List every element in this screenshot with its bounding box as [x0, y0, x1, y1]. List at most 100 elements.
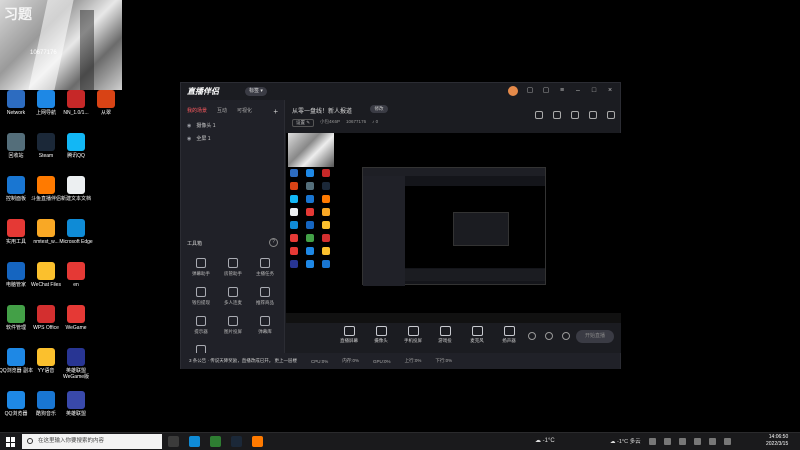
tool-prompter[interactable]: 提示器 [185, 316, 217, 335]
tab-scenes[interactable]: 我的场景 [187, 107, 207, 116]
desktop-icon-label: en [73, 282, 79, 288]
avatar[interactable] [508, 86, 518, 96]
desktop-icon-label: 新建文本文档 [60, 196, 91, 202]
speaker-button[interactable]: 扬声器 [498, 326, 520, 344]
tool-wallet[interactable]: 钱包提现 [185, 287, 217, 306]
tray-icon[interactable] [678, 437, 686, 445]
tab-interact[interactable]: 互动 [217, 107, 227, 116]
tool-image-cast[interactable]: 图片投屏 [217, 316, 249, 335]
gift-icon[interactable] [535, 111, 543, 119]
tool-danmu-lib[interactable]: 弹幕库 [249, 316, 281, 335]
task-view-icon[interactable] [168, 436, 179, 447]
desktop-icon[interactable]: 英雄联盟 [56, 391, 96, 417]
version-badge[interactable]: 标签 ▾ [245, 87, 267, 96]
title-bar: 直播伴侣 标签 ▾ ▢ ▢ ≡ – □ × [181, 83, 620, 100]
gear-icon[interactable] [562, 332, 570, 340]
app-icon [97, 90, 115, 108]
clock[interactable]: 14:06:50 2022/3/15 [766, 434, 788, 448]
maximize-icon[interactable]: □ [590, 87, 598, 95]
edit-title-button[interactable]: 修改 [370, 105, 388, 113]
weather-widget[interactable]: ☁ -1°C [535, 437, 555, 444]
desktop-icon[interactable]: 从翠 [86, 90, 126, 116]
tool-multi-mic[interactable]: 多人连麦 [217, 287, 249, 306]
preview-icon [306, 234, 314, 242]
settings-tag[interactable]: 设置 ✎ [292, 119, 315, 127]
app-icon [37, 305, 55, 323]
preview-icon [290, 221, 298, 229]
desktop-icon[interactable]: 新建文本文档 [56, 176, 96, 202]
tool-task[interactable]: 主播任务 [249, 258, 281, 277]
app-icon [37, 348, 55, 366]
volume-icon[interactable] [708, 437, 716, 445]
close-icon[interactable]: × [606, 87, 614, 95]
help-icon[interactable]: ? [269, 238, 278, 247]
network-icon[interactable] [693, 437, 701, 445]
minimize-icon[interactable]: – [574, 87, 582, 95]
start-button[interactable] [6, 437, 16, 447]
taskbar: 在这里输入你要搜索的内容 ☁ -1°C ☁ -1°C 多云 14:06:50 2… [0, 432, 800, 450]
screen-source-button[interactable]: 直播屏幕 [338, 326, 360, 344]
tray-icon[interactable] [663, 437, 671, 445]
search-icon [27, 438, 33, 444]
preview-icon [290, 169, 298, 177]
preview-icon [290, 182, 298, 190]
app-icon [67, 305, 85, 323]
record-icon[interactable] [571, 111, 579, 119]
scene-panel: 我的场景 互动 可视化 + ◉ 摄像头 1 ◉ 全屏 1 工具箱 ? 弹幕助手 … [181, 100, 285, 363]
steam-icon[interactable] [231, 436, 242, 447]
desktop-icon[interactable]: 腾讯QQ [56, 133, 96, 159]
record-toggle-icon[interactable] [528, 332, 536, 340]
room-id: 10677176 [346, 119, 367, 124]
scene-label: 全屏 1 [196, 136, 211, 142]
chrome-icon[interactable] [210, 436, 221, 447]
link-icon[interactable] [607, 111, 615, 119]
app-icon [7, 348, 25, 366]
tray-icon[interactable] [648, 437, 656, 445]
desktop-icon[interactable]: Microsoft Edge [56, 219, 96, 245]
gpu-usage: GPU:0% [373, 358, 391, 364]
weather-text[interactable]: ☁ -1°C 多云 [610, 437, 641, 445]
app-icon [67, 348, 85, 366]
share-icon[interactable] [553, 111, 561, 119]
live-preview[interactable] [286, 133, 621, 323]
eye-icon[interactable]: ◉ [187, 123, 191, 129]
tab-visual[interactable]: 可视化 [237, 107, 252, 116]
search-input[interactable]: 在这里输入你要搜索的内容 [22, 434, 162, 449]
phone-cast-button[interactable]: 手机投屏 [402, 326, 424, 344]
live-companion-taskbar-icon[interactable] [252, 436, 263, 447]
preview-icon [306, 208, 314, 216]
edge-icon[interactable] [189, 436, 200, 447]
settings-icon[interactable]: ▢ [542, 87, 550, 95]
desktop-icon[interactable]: 英雄联盟 WeGame版 [56, 348, 96, 380]
camera-source-button[interactable]: 摄像头 [370, 326, 392, 344]
source-bar: 直播屏幕 摄像头 手机投屏 游戏投 麦克风 扬声器 开始直播 [286, 323, 621, 353]
start-live-button[interactable]: 开始直播 [576, 330, 614, 343]
desktop-icon[interactable]: en [56, 262, 96, 288]
scene-item-camera[interactable]: ◉ 摄像头 1 [181, 119, 284, 132]
tool-danmu[interactable]: 弹幕助手 [185, 258, 217, 277]
preview-taskbar [286, 313, 621, 323]
add-scene-button[interactable]: + [273, 107, 278, 116]
beauty-icon[interactable] [545, 332, 553, 340]
memory-usage: 内存:0% [342, 358, 360, 363]
tool-goods[interactable]: 推荐商品 [249, 287, 281, 306]
eye-icon[interactable]: ◉ [187, 136, 191, 142]
app-icon [37, 176, 55, 194]
desktop-icon[interactable]: WeGame [56, 305, 96, 331]
preview-icon [322, 260, 330, 268]
preview-icon [290, 260, 298, 268]
system-tray: ☁ -1°C 多云 [610, 437, 731, 445]
announcement-text[interactable]: 3 条公告 · 传说天降奖励，直播改成已开。 更上一层楼 [189, 358, 297, 364]
ime-icon[interactable] [723, 437, 731, 445]
notification-icon[interactable]: ▢ [526, 87, 534, 95]
scene-item-fullscreen[interactable]: ◉ 全屏 1 [181, 132, 284, 145]
game-cast-button[interactable]: 游戏投 [434, 326, 456, 344]
preview-icon [322, 247, 330, 255]
preview-icon [306, 221, 314, 229]
bell-icon[interactable] [589, 111, 597, 119]
menu-icon[interactable]: ≡ [558, 87, 566, 95]
preview-desktop-icons [290, 169, 330, 268]
microphone-button[interactable]: 麦克风 [466, 326, 488, 344]
tool-admin[interactable]: 房管助手 [217, 258, 249, 277]
tool-icon [228, 258, 238, 268]
